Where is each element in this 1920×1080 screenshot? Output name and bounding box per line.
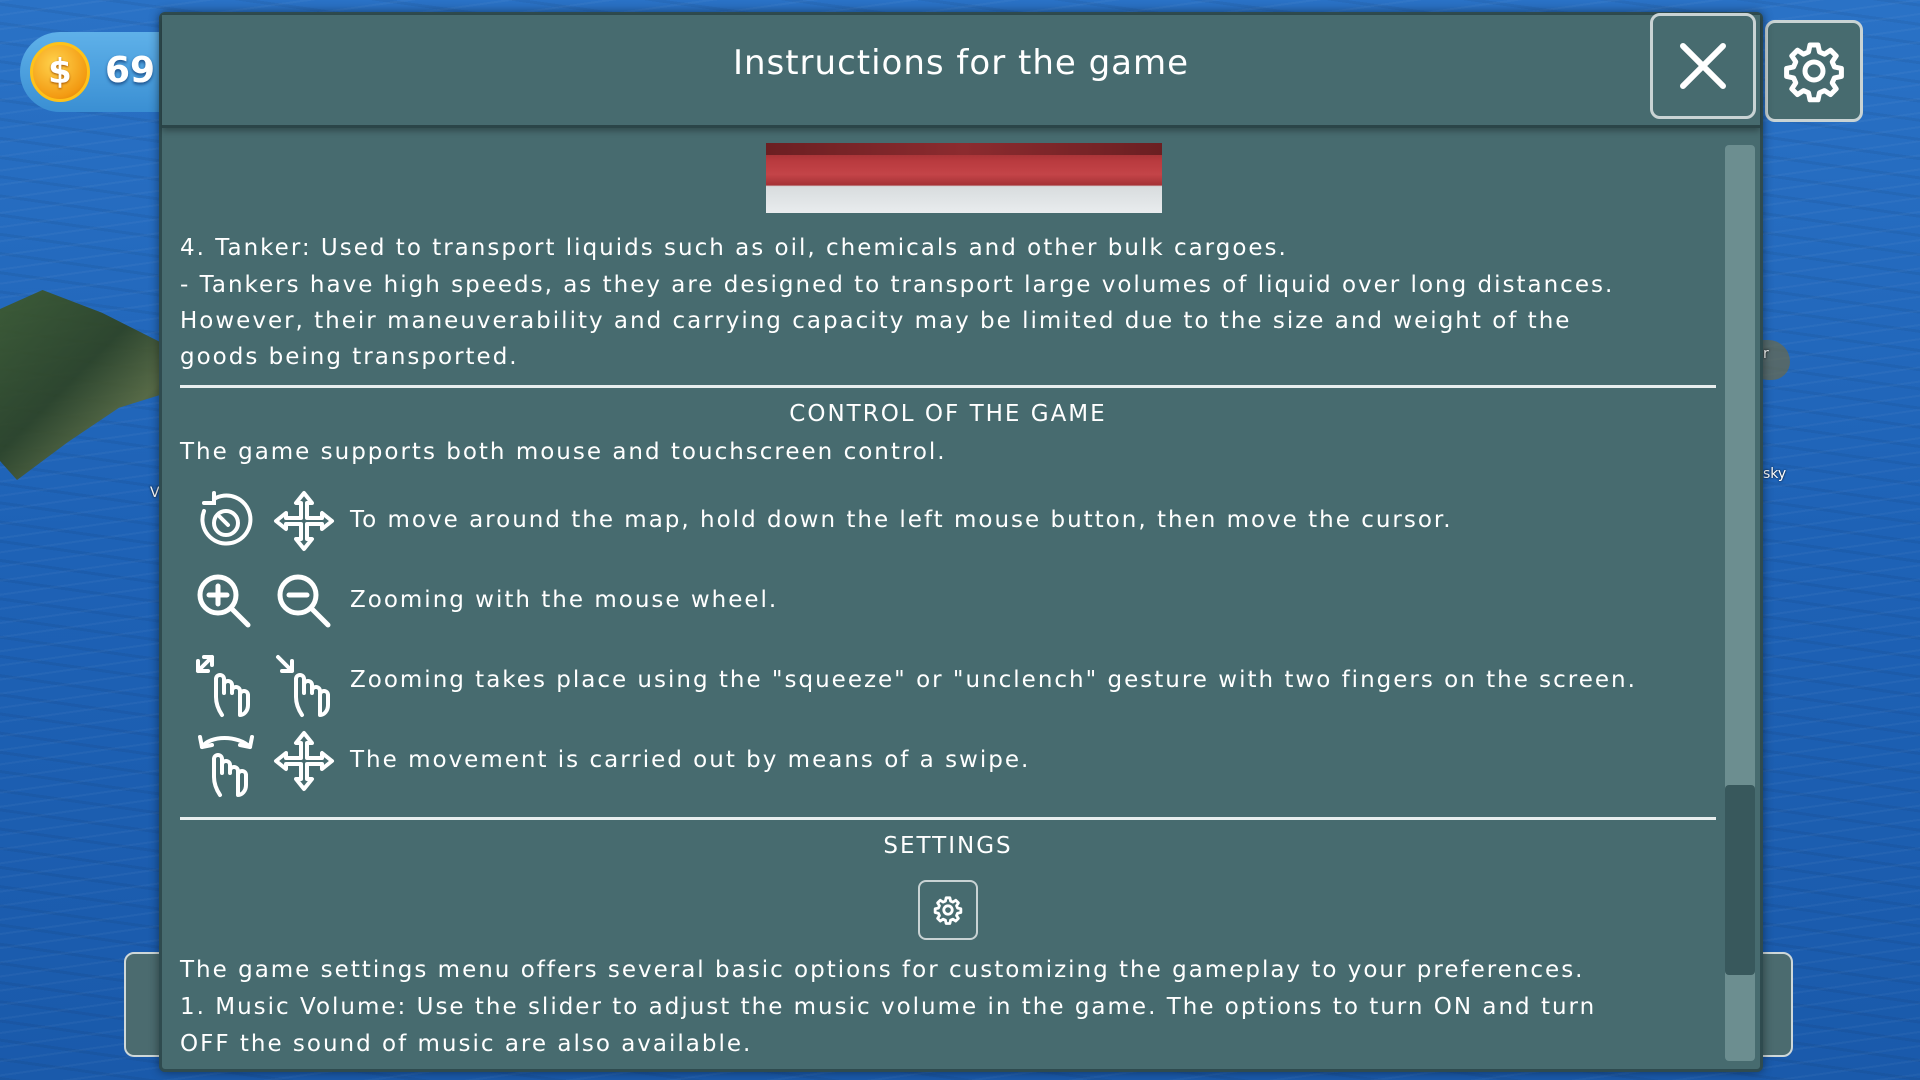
settings-line: OFF the sound of music are also availabl… [180,1031,753,1057]
settings-line: 1. Music Volume: Use the slider to adjus… [180,994,1597,1020]
section-divider [180,385,1716,388]
settings-button[interactable] [1765,20,1863,122]
dialog-header: Instructions for the game [162,15,1760,128]
settings-heading: SETTINGS [883,833,1013,859]
rotate-hold-icon [192,489,256,553]
control-text: The movement is carried out by means of … [350,747,1031,773]
dialog-title: Instructions for the game [732,43,1190,83]
control-text: To move around the map, hold down the le… [350,507,1453,533]
control-text: Zooming takes place using the "squeeze" … [350,667,1637,693]
section-divider [180,817,1716,820]
control-heading: CONTROL OF THE GAME [789,401,1107,427]
control-intro: The game supports both mouse and touchsc… [180,439,947,465]
close-button[interactable] [1650,13,1756,119]
map-label: r [1763,346,1769,362]
pinch-out-icon [192,649,262,719]
scrollbar-thumb[interactable] [1725,785,1755,975]
map-label: sky [1763,466,1787,482]
instructions-dialog: Instructions for the game 4. Tanker: Use… [159,12,1763,1072]
zoom-in-icon [192,569,256,633]
zoom-out-icon [272,569,336,633]
close-icon [1680,43,1726,89]
swipe-hand-icon [192,729,262,799]
tanker-line: However, their maneuverability and carry… [180,308,1572,334]
settings-example-icon-box [918,880,978,940]
control-text: Zooming with the mouse wheel. [350,587,779,613]
pinch-in-icon [272,649,342,719]
tanker-title: 4. Tanker: Used to transport liquids suc… [180,235,1288,261]
tanker-line: - Tankers have high speeds, as they are … [180,272,1615,298]
gear-icon [1784,42,1844,103]
gear-icon [933,896,963,925]
tanker-line: goods being transported. [180,344,519,370]
coin-count: 69 [105,50,156,91]
tanker-image [766,143,1162,213]
coin-icon: $ [30,42,90,102]
move-arrows-icon [272,489,336,553]
settings-line: The game settings menu offers several ba… [180,957,1585,983]
move-arrows-icon [272,729,336,793]
